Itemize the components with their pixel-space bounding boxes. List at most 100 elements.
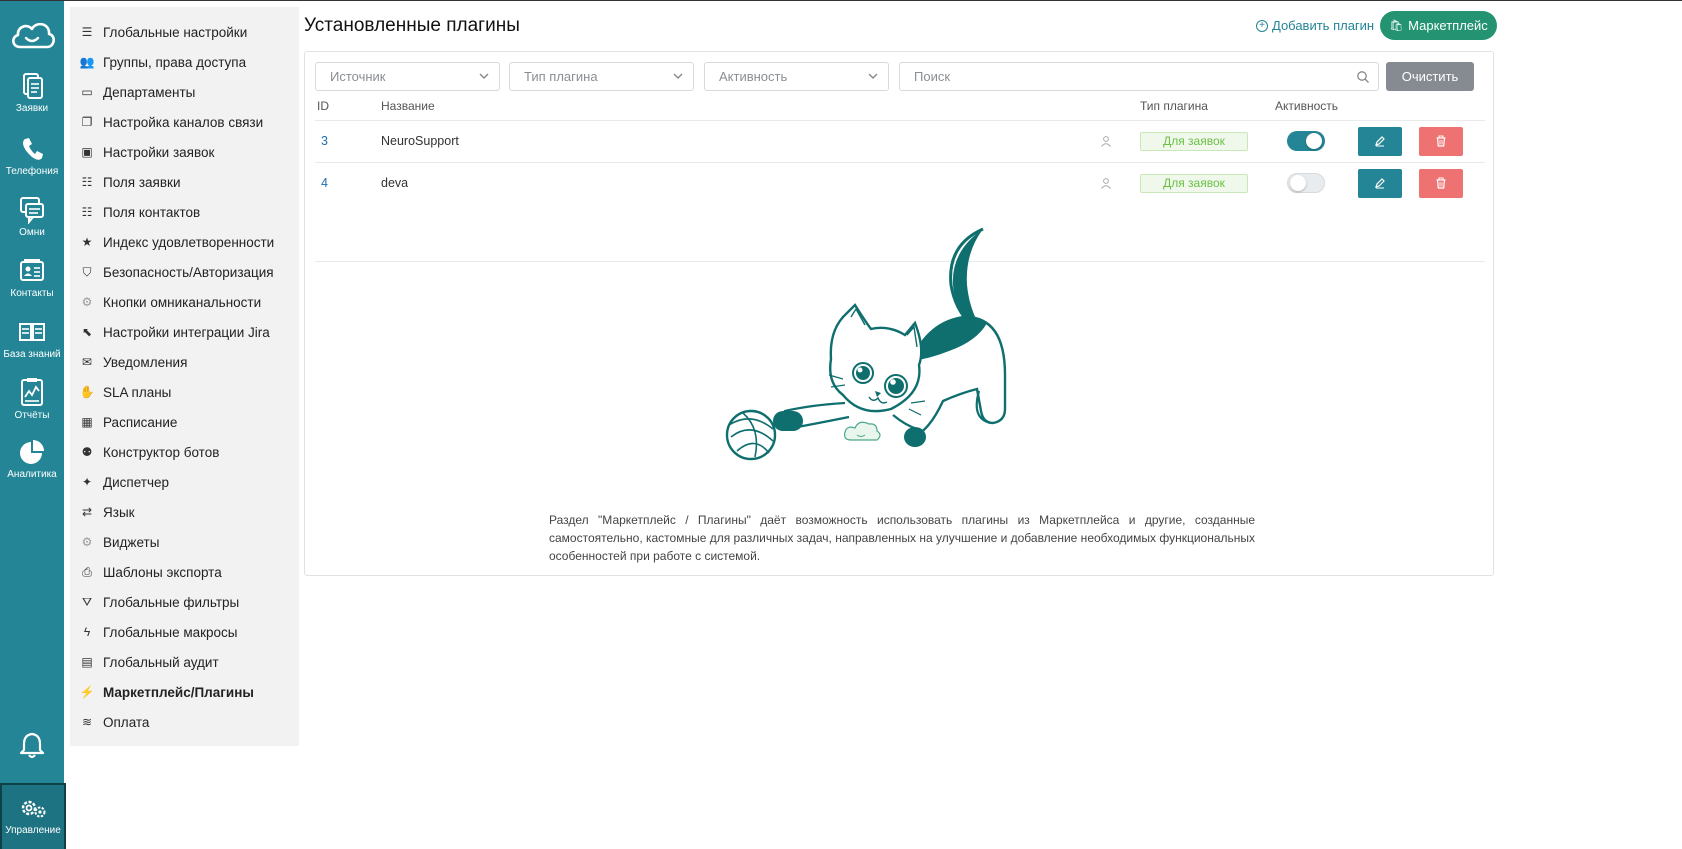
page-title: Установленные плагины: [304, 15, 520, 36]
marketplace-button[interactable]: 🛍 Маркетплейс: [1380, 11, 1497, 40]
menu-item-satisfaction[interactable]: ★ Индекс удовлетворенности: [70, 227, 299, 257]
envelope-icon: ✉: [81, 355, 93, 369]
analytics-pie-icon: [20, 440, 44, 464]
menu-item-marketplace-plugins[interactable]: ⚡ Маркетплейс/Плагины: [70, 677, 299, 707]
chevron-down-icon: [673, 73, 683, 79]
rail-item-management[interactable]: Управление: [0, 783, 66, 849]
rail-label: Управление: [5, 825, 61, 836]
menu-item-jira[interactable]: ⬉ Настройки интеграции Jira: [70, 317, 299, 347]
rail-label: Отчёты: [14, 410, 50, 421]
add-plugin-label: Добавить плагин: [1272, 18, 1375, 33]
menu-item-bot-builder[interactable]: ⚉ Конструктор ботов: [70, 437, 299, 467]
chevron-down-icon: [868, 73, 878, 79]
rail-item-telephony[interactable]: Телефония: [0, 135, 64, 199]
edit-button[interactable]: [1358, 126, 1402, 156]
form-edit-icon: ☷: [81, 205, 93, 219]
rail-item-analytics[interactable]: Аналитика: [0, 438, 64, 502]
menu-item-label: Глобальные настройки: [103, 24, 248, 40]
menu-item-global-macros[interactable]: ϟ Глобальные макросы: [70, 617, 299, 647]
row-id-link[interactable]: 4: [321, 163, 328, 203]
menu-item-label: Безопасность/Авторизация: [103, 264, 274, 280]
menu-item-security[interactable]: ⛉ Безопасность/Авторизация: [70, 257, 299, 287]
toggle-knob: [1306, 133, 1322, 149]
menu-item-contact-fields[interactable]: ☷ Поля контактов: [70, 197, 299, 227]
inbox-icon: ▭: [81, 85, 93, 99]
rail-item-reports[interactable]: Отчёты: [0, 377, 64, 441]
menu-item-departments[interactable]: ▭ Департаменты: [70, 77, 299, 107]
printer-icon: ⎙: [82, 564, 92, 579]
menu-item-label: Индекс удовлетворенности: [103, 234, 275, 250]
delete-button[interactable]: [1419, 126, 1463, 156]
menu-item-global-settings[interactable]: ☰ Глобальные настройки: [70, 17, 299, 47]
rail-label: Аналитика: [7, 469, 57, 480]
rail-item-requests[interactable]: Заявки: [0, 72, 64, 136]
menu-item-omni-buttons[interactable]: ⚙ Кнопки омниканальности: [70, 287, 299, 317]
search-placeholder: Поиск: [914, 69, 951, 84]
delete-button[interactable]: [1419, 168, 1463, 198]
menu-item-label: Настройка каналов связи: [103, 114, 264, 130]
menu-item-label: Конструктор ботов: [103, 444, 220, 460]
menu-item-label: SLA планы: [103, 384, 172, 400]
source-select[interactable]: Источник: [315, 62, 500, 91]
activity-toggle[interactable]: [1287, 131, 1325, 151]
menu-item-label: Поля контактов: [103, 204, 201, 220]
rail-item-contacts[interactable]: Контакты: [0, 257, 64, 321]
menu-item-label: Департаменты: [103, 84, 196, 100]
clear-button[interactable]: Очистить: [1386, 62, 1474, 91]
bell-icon[interactable]: [18, 731, 46, 759]
cloud-logo-icon[interactable]: [8, 17, 56, 53]
column-header-type[interactable]: Тип плагина: [1140, 92, 1208, 120]
row-id-link[interactable]: 3: [321, 121, 328, 161]
money-icon: ≋: [81, 715, 93, 729]
menu-item-label: Глобальный аудит: [103, 654, 219, 670]
menu-item-label: Расписание: [103, 414, 178, 430]
menu-item-schedule[interactable]: ▦ Расписание: [70, 407, 299, 437]
menu-item-widgets[interactable]: ⚙ Виджеты: [70, 527, 299, 557]
menu-item-request-fields[interactable]: ☷ Поля заявки: [70, 167, 299, 197]
menu-item-notifications[interactable]: ✉ Уведомления: [70, 347, 299, 377]
menu-item-groups[interactable]: 👥 Группы, права доступа: [70, 47, 299, 77]
rail-item-omni[interactable]: Омни: [0, 196, 64, 260]
marketplace-label: Маркетплейс: [1408, 18, 1488, 33]
trash-icon: [1436, 177, 1446, 189]
table-row: 4 deva Для заявок: [315, 162, 1485, 202]
trash-icon: [1436, 135, 1446, 147]
row-type: Для заявок: [1140, 121, 1248, 161]
add-plugin-link[interactable]: + Добавить плагин: [1256, 18, 1374, 33]
menu-item-label: Поля заявки: [103, 174, 181, 190]
phone-icon: [23, 138, 43, 160]
menu-item-channels[interactable]: ❐ Настройка каналов связи: [70, 107, 299, 137]
bot-icon: ⚉: [81, 445, 93, 459]
plugins-panel: Источник Тип плагина Активность Поиск Оч…: [304, 51, 1494, 576]
menu-item-export-templates[interactable]: ⎙ Шаблоны экспорта: [70, 557, 299, 587]
menu-item-dispatcher[interactable]: ✦ Диспетчер: [70, 467, 299, 497]
menu-item-global-audit[interactable]: ▤ Глобальный аудит: [70, 647, 299, 677]
pencil-icon: [1375, 136, 1385, 147]
column-header-name[interactable]: Название: [381, 92, 435, 120]
rail-item-knowledge-base[interactable]: База знаний: [0, 318, 64, 382]
row-activity: [1287, 121, 1325, 161]
bolt-icon: ϟ: [83, 625, 91, 639]
settings-menu: ☰ Глобальные настройки 👥 Группы, права дос…: [70, 7, 299, 746]
menu-item-label: Настройки интеграции Jira: [103, 324, 270, 340]
plugin-type-select[interactable]: Тип плагина: [509, 62, 694, 91]
menu-item-global-filters[interactable]: ⛛ Глобальные фильтры: [70, 587, 299, 617]
menu-item-label: Кнопки омниканальности: [103, 294, 262, 310]
table-row: 3 NeuroSupport Для заявок: [315, 120, 1485, 160]
column-header-id[interactable]: ID: [317, 92, 329, 120]
menu-item-sla[interactable]: ✋ SLA планы: [70, 377, 299, 407]
menu-item-label: Группы, права доступа: [103, 54, 247, 70]
row-type: Для заявок: [1140, 163, 1248, 203]
activity-toggle[interactable]: [1287, 173, 1325, 193]
toggle-knob: [1290, 175, 1306, 191]
language-icon: ⇄: [81, 505, 93, 519]
plugin-type-select-value: Тип плагина: [524, 69, 598, 84]
menu-item-payment[interactable]: ≋ Оплата: [70, 707, 299, 737]
edit-button[interactable]: [1358, 168, 1402, 198]
column-header-activity[interactable]: Активность: [1275, 92, 1338, 120]
menu-item-request-settings[interactable]: ▣ Настройки заявок: [70, 137, 299, 167]
search-input[interactable]: Поиск: [899, 62, 1379, 91]
row-edit: [1358, 121, 1402, 161]
activity-select[interactable]: Активность: [704, 62, 889, 91]
menu-item-language[interactable]: ⇄ Язык: [70, 497, 299, 527]
